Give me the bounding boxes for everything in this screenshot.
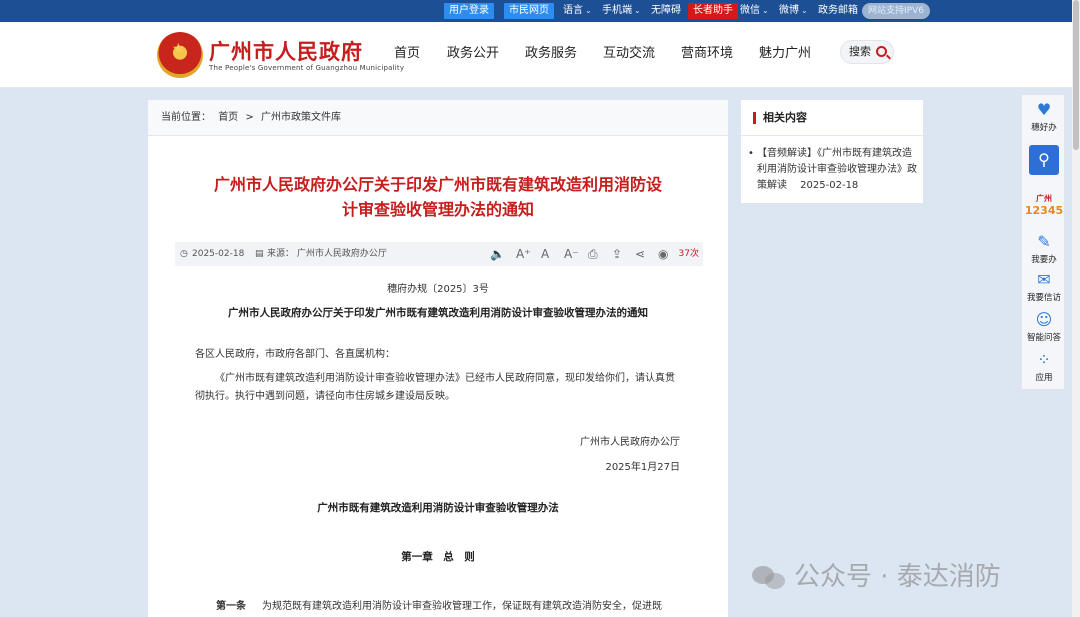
annex-title: 广州市既有建筑改造利用消防设计审查验收管理办法	[317, 502, 559, 514]
top-utility-bar: 用户登录 市民网页 语言 ⌄ 手机端 ⌄ 无障碍 长者助手 微信 ⌄ 微博 ⌄ 政务邮箱…	[0, 0, 1080, 22]
watermark: 公众号 · 泰达消防	[752, 556, 1001, 593]
wechat-menu[interactable]: 微信 ⌄	[740, 3, 769, 19]
envelope-icon: ✉	[1037, 270, 1051, 289]
font-decrease-icon[interactable]: A⁻	[564, 242, 579, 266]
print-icon[interactable]: ⎙	[588, 242, 598, 266]
apps-grid-icon: ⁘	[1037, 350, 1051, 369]
side-item-smart-qa[interactable]: ☺ 智能问答	[1022, 310, 1066, 344]
side-item-suihaoban[interactable]: ♥ 穗好办	[1022, 100, 1066, 134]
chevron-down-icon: ⌄	[634, 6, 641, 15]
citizen-page-button[interactable]: 市民网页	[504, 3, 554, 19]
view-count: 37次	[678, 249, 699, 259]
chapter-heading: 第一章 总 则	[401, 551, 475, 563]
site-subtitle: The People's Government of Guangzhou Mun…	[209, 64, 405, 72]
side-label: 我要信访	[1026, 293, 1061, 303]
related-item-link[interactable]: 【音频解读】《广州市既有建筑改造利用消防设计审查验收管理办法》政策解读 2025…	[748, 146, 917, 194]
article-toolbar: ◷ 2025-02-18 ▤ 来源： 广州市人民政府办公厅 🔈 A⁺ A A⁻ …	[175, 242, 703, 266]
signer: 广州市人民政府办公厅	[580, 437, 680, 448]
side-item-app-qr[interactable]: ⚲	[1022, 145, 1066, 177]
side-label: 穗好办	[1031, 123, 1057, 133]
nav-gov-services[interactable]: 政务服务	[525, 42, 577, 61]
export-icon[interactable]: ⇪	[612, 242, 622, 266]
related-heading: 相关内容	[741, 100, 923, 136]
document-icon: ▤	[255, 249, 264, 259]
audio-icon[interactable]: 🔈	[490, 242, 505, 266]
breadcrumb-prefix: 当前位置：	[161, 112, 211, 123]
publish-date: 2025-02-18	[192, 249, 245, 259]
site-header: 广州市人民政府 The People's Government of Guang…	[0, 22, 1072, 88]
nav-gov-affairs[interactable]: 政务公开	[447, 42, 499, 61]
site-title[interactable]: 广州市人民政府	[209, 36, 363, 66]
side-item-12345[interactable]: 广州 12345	[1022, 193, 1066, 217]
ipv6-badge: 网站支持IPV6	[862, 3, 930, 19]
document-heading: 广州市人民政府办公厅关于印发广州市既有建筑改造利用消防设计审查验收管理办法的通知	[228, 307, 648, 319]
eye-icon: ◉	[658, 247, 669, 261]
scrollbar-thumb[interactable]	[1073, 0, 1079, 150]
search-button[interactable]: 搜索	[840, 40, 894, 64]
share-icon[interactable]: ⋖	[635, 242, 645, 266]
side-label: 智能问答	[1026, 333, 1061, 343]
font-increase-icon[interactable]: A⁺	[516, 242, 531, 266]
chevron-down-icon: ⌄	[801, 6, 808, 15]
weibo-menu[interactable]: 微博 ⌄	[779, 3, 808, 19]
addressee: 各区人民政府，市政府各部门、各直属机构：	[195, 349, 395, 360]
hotline-brand-number: 12345	[1024, 204, 1064, 217]
accessibility-link[interactable]: 无障碍	[651, 3, 681, 19]
edit-icon: ✎	[1037, 232, 1051, 251]
breadcrumb-home[interactable]: 首页	[218, 112, 238, 123]
nav-home[interactable]: 首页	[394, 42, 420, 61]
watermark-text: 公众号 · 泰达消防	[794, 562, 1001, 592]
article-source: 来源： 广州市人民政府办公厅	[267, 249, 387, 259]
breadcrumb: 当前位置： 首页 > 广州市政策文件库	[148, 100, 728, 136]
side-label: 我要办	[1031, 255, 1057, 265]
wechat-icon	[752, 564, 788, 592]
breadcrumb-current[interactable]: 广州市政策文件库	[261, 112, 341, 123]
side-item-woyaoban[interactable]: ✎ 我要办	[1022, 232, 1066, 266]
side-item-apps[interactable]: ⁘ 应用	[1022, 350, 1066, 384]
chevron-down-icon: ⌄	[585, 6, 592, 15]
article-one-text: 为规范既有建筑改造利用消防设计审查验收管理工作，保证既有建筑改造消防安全，促进既	[262, 601, 662, 612]
clock-icon: ◷	[180, 249, 188, 259]
font-reset-icon[interactable]: A	[541, 242, 549, 266]
side-toolbar: ♥ 穗好办 ⚲ 广州 12345 ✎ 我要办 ✉ 我要信访 ☺ 智能问答 ⁘ 应…	[1021, 94, 1065, 390]
article-one-label: 第一条	[216, 601, 246, 612]
nav-charm-gz[interactable]: 魅力广州	[759, 42, 811, 61]
article-title: 广州市人民政府办公厅关于印发广州市既有建筑改造利用消防设计审查验收管理办法的通知	[213, 175, 662, 219]
nav-interaction[interactable]: 互动交流	[603, 42, 655, 61]
page-scrollbar[interactable]	[1072, 0, 1080, 617]
side-item-petition[interactable]: ✉ 我要信访	[1022, 270, 1066, 304]
breadcrumb-separator: >	[245, 112, 254, 123]
article-panel: 当前位置： 首页 > 广州市政策文件库 广州市人民政府办公厅关于印发广州市既有建…	[148, 100, 728, 617]
body-paragraph: 《广州市既有建筑改造利用消防设计审查验收管理办法》已经市人民政府同意，现印发给你…	[195, 373, 675, 402]
heart-hand-icon: ♥	[1036, 100, 1052, 119]
side-label: 应用	[1035, 373, 1053, 383]
document-number: 穗府办规〔2025〕3号	[387, 284, 489, 295]
app-logo-icon: ⚲	[1029, 145, 1059, 175]
search-icon	[876, 46, 887, 57]
sign-date: 2025年1月27日	[605, 462, 680, 473]
gov-mail-link[interactable]: 政务邮箱	[818, 3, 858, 19]
national-emblem-logo[interactable]	[157, 32, 203, 78]
search-label: 搜索	[849, 45, 871, 58]
article-one: 第一条 为规范既有建筑改造利用消防设计审查验收管理工作，保证既有建筑改造消防安全，…	[216, 597, 696, 612]
login-button[interactable]: 用户登录	[444, 3, 494, 19]
robot-icon: ☺	[1035, 310, 1053, 329]
mobile-menu[interactable]: 手机端 ⌄	[602, 3, 641, 19]
elder-helper-button[interactable]: 长者助手	[688, 3, 738, 19]
related-panel: 相关内容 【音频解读】《广州市既有建筑改造利用消防设计审查验收管理办法》政策解读…	[741, 100, 923, 203]
chevron-down-icon: ⌄	[762, 6, 769, 15]
language-menu[interactable]: 语言 ⌄	[563, 3, 592, 19]
nav-business[interactable]: 营商环境	[681, 42, 733, 61]
